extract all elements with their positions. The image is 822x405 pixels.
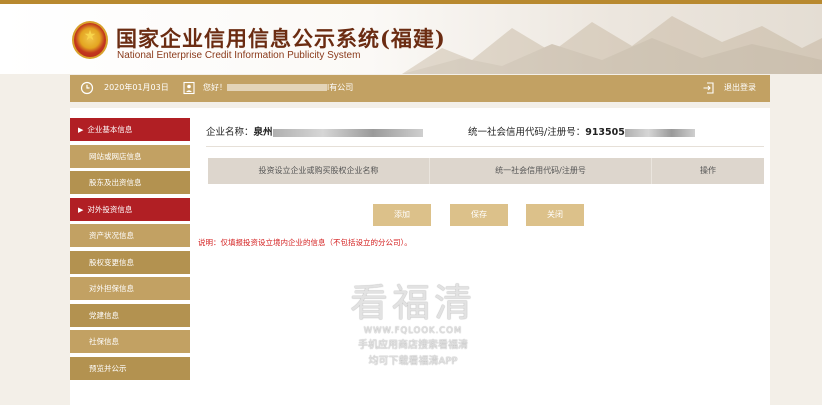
sidebar-item-preview-publish[interactable]: 预览并公示: [70, 356, 190, 380]
sidebar-item-shareholders[interactable]: 股东及出资信息: [70, 171, 190, 194]
sidebar-item-label: 企业基本信息: [87, 125, 133, 134]
watermark-url: WWW.FQLOOK.COM: [363, 326, 463, 336]
watermark-line1: 手机应用商店搜索看福清: [358, 340, 468, 351]
sidebar-item-equity-change[interactable]: 股权变更信息: [70, 250, 190, 274]
save-button[interactable]: 保存: [450, 204, 508, 226]
divider: [206, 146, 764, 147]
sidebar-item-label: 党建信息: [89, 310, 119, 320]
watermark-line2: 均可下载看福清APP: [368, 356, 458, 367]
sidebar-item-party[interactable]: 党建信息: [70, 303, 190, 327]
watermark: 看福清 WWW.FQLOOK.COM 手机应用商店搜索看福清 均可下载看福清AP…: [328, 282, 498, 368]
redacted-company-name: [272, 128, 423, 137]
sidebar-item-label: 股权变更信息: [89, 257, 134, 267]
info-bar: 2020年01月03日 您好！ l有公司 退出登录: [70, 75, 770, 102]
sidebar-item-label: 资产状况信息: [89, 231, 134, 240]
sidebar-item-label: 网站或网店信息: [89, 151, 142, 161]
site-subtitle: National Enterprise Credit Information P…: [117, 50, 361, 61]
logout-link[interactable]: 退出登录: [724, 82, 756, 93]
credit-code-value: 913505: [585, 127, 625, 138]
redacted-credit-code: [624, 128, 695, 137]
sidebar-item-label: 对外投资信息: [87, 204, 133, 214]
column-header-action: 操作: [700, 166, 716, 175]
add-button[interactable]: 添加: [373, 204, 431, 226]
column-header-company: 投资设立企业或购买股权企业名称: [208, 158, 430, 184]
user-card-icon: [183, 81, 195, 95]
company-name-label: 企业名称：: [206, 127, 254, 138]
sidebar-nav: ▶ 企业基本信息 网站或网店信息 股东及出资信息 ▶ 对外投资信息 资产状况信息 股…: [70, 118, 190, 383]
close-button[interactable]: 关闭: [526, 204, 584, 226]
table-header: 投资设立企业或购买股权企业名称 统一社会信用代码/注册号 操作: [208, 158, 764, 184]
sidebar-item-label: 对外担保信息: [89, 284, 134, 293]
sidebar-item-guarantee[interactable]: 对外担保信息: [70, 277, 190, 300]
redacted-name: [227, 84, 327, 91]
greeting-suffix: l有公司: [327, 83, 354, 92]
clock-icon: [80, 81, 94, 95]
sidebar-item-assets[interactable]: 资产状况信息: [70, 224, 190, 247]
current-date: 2020年01月03日: [104, 83, 169, 92]
site-header: ★ 国家企业信用信息公示系统(福建) National Enterprise C…: [0, 4, 822, 74]
sidebar-item-basic-info[interactable]: ▶ 企业基本信息: [70, 118, 190, 141]
sidebar-item-label: 预览并公示: [89, 363, 127, 373]
national-emblem-icon: ★: [72, 21, 108, 59]
credit-code-row: 统一社会信用代码/注册号：913505: [468, 124, 695, 138]
instruction-note: 说明：仅填报投资设立境内企业的信息（不包括设立的分公司）。: [198, 238, 412, 247]
arrow-right-icon: ▶: [78, 205, 84, 214]
credit-code-label: 统一社会信用代码/注册号：: [468, 127, 586, 138]
sidebar-item-social-security[interactable]: 社保信息: [70, 330, 190, 353]
sidebar-item-label: 社保信息: [89, 337, 119, 346]
greeting-prefix: 您好！: [203, 83, 227, 92]
arrow-right-icon: ▶: [78, 126, 84, 134]
company-name-row: 企业名称：泉州: [206, 124, 423, 138]
sidebar-item-investment[interactable]: ▶ 对外投资信息: [70, 197, 190, 221]
mountain-backdrop: [402, 16, 822, 74]
watermark-title: 看福清: [349, 281, 476, 325]
site-title: 国家企业信用信息公示系统(福建): [116, 26, 446, 51]
sidebar-item-label: 股东及出资信息: [89, 178, 142, 187]
logout-icon[interactable]: [702, 81, 716, 95]
column-header-credit-code: 统一社会信用代码/注册号: [430, 158, 652, 184]
company-name-value: 泉州: [253, 127, 273, 138]
sidebar-item-website[interactable]: 网站或网店信息: [70, 144, 190, 168]
greeting: 您好！ l有公司: [203, 82, 353, 93]
